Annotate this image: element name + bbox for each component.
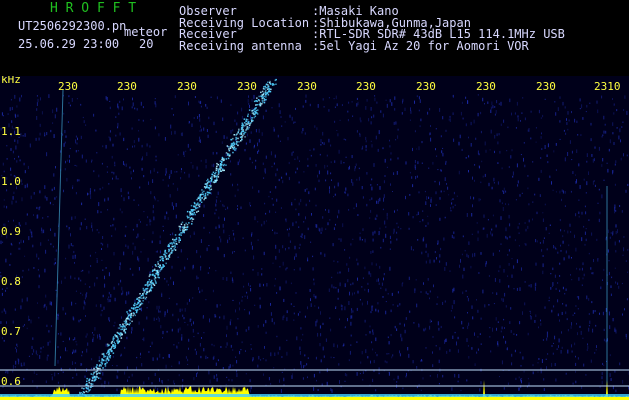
meta-row-antenna: Receiving antenna :5el Yagi Az 20 for Ao…: [179, 38, 565, 53]
observation-datetime: 25.06.29 23:00: [18, 37, 120, 51]
meta-label: Observer: [179, 4, 237, 18]
x-tick-label: 230: [476, 80, 496, 93]
spectrogram: kHz 230 230 230 230 230 230 230 230 230 …: [0, 76, 629, 400]
y-tick-label: 0.6: [1, 375, 21, 388]
meta-label: Receiver: [179, 27, 237, 41]
meta-value: :RTL-SDR SDR# 43dB L15 114.1MHz USB: [312, 27, 565, 41]
x-tick-label: 230: [356, 80, 376, 93]
x-tick-label: 230: [416, 80, 436, 93]
app-title: H R O F F T: [50, 1, 137, 16]
meta-value: :Masaki Kano: [312, 4, 399, 18]
meta-value: :5el Yagi Az 20 for Aomori VOR: [312, 38, 529, 53]
x-tick-label: 230: [117, 80, 137, 93]
y-tick-label: 0.9: [1, 225, 21, 238]
unit-label: kHz: [1, 76, 21, 86]
spectrogram-background: [0, 76, 629, 400]
meta-row-receiver: Receiver :RTL-SDR SDR# 43dB L15 114.1MHz…: [179, 28, 565, 40]
y-tick-label: 1.0: [1, 175, 21, 188]
x-tick-label: 230: [237, 80, 257, 93]
meta-label: Receiving antenna: [179, 38, 302, 53]
x-tick-label: 230: [536, 80, 556, 93]
y-tick-label: 0.8: [1, 275, 21, 288]
observation-metadata: Observer :Masaki Kano Receiving Location…: [179, 5, 565, 53]
x-tick-label: 2310: [594, 80, 621, 93]
meteor-count: 20: [139, 37, 154, 51]
file-name: UT2506292300.pn: [18, 19, 127, 33]
x-tick-label: 230: [58, 80, 78, 93]
hrofft-window: H R O F F T UT2506292300.pn meteor 25.06…: [0, 0, 629, 400]
x-tick-label: 230: [297, 80, 317, 93]
x-tick-label: 230: [177, 80, 197, 93]
y-tick-label: 1.1: [1, 125, 21, 138]
meta-row-observer: Observer :Masaki Kano: [179, 5, 565, 17]
y-tick-label: 0.7: [1, 325, 21, 338]
